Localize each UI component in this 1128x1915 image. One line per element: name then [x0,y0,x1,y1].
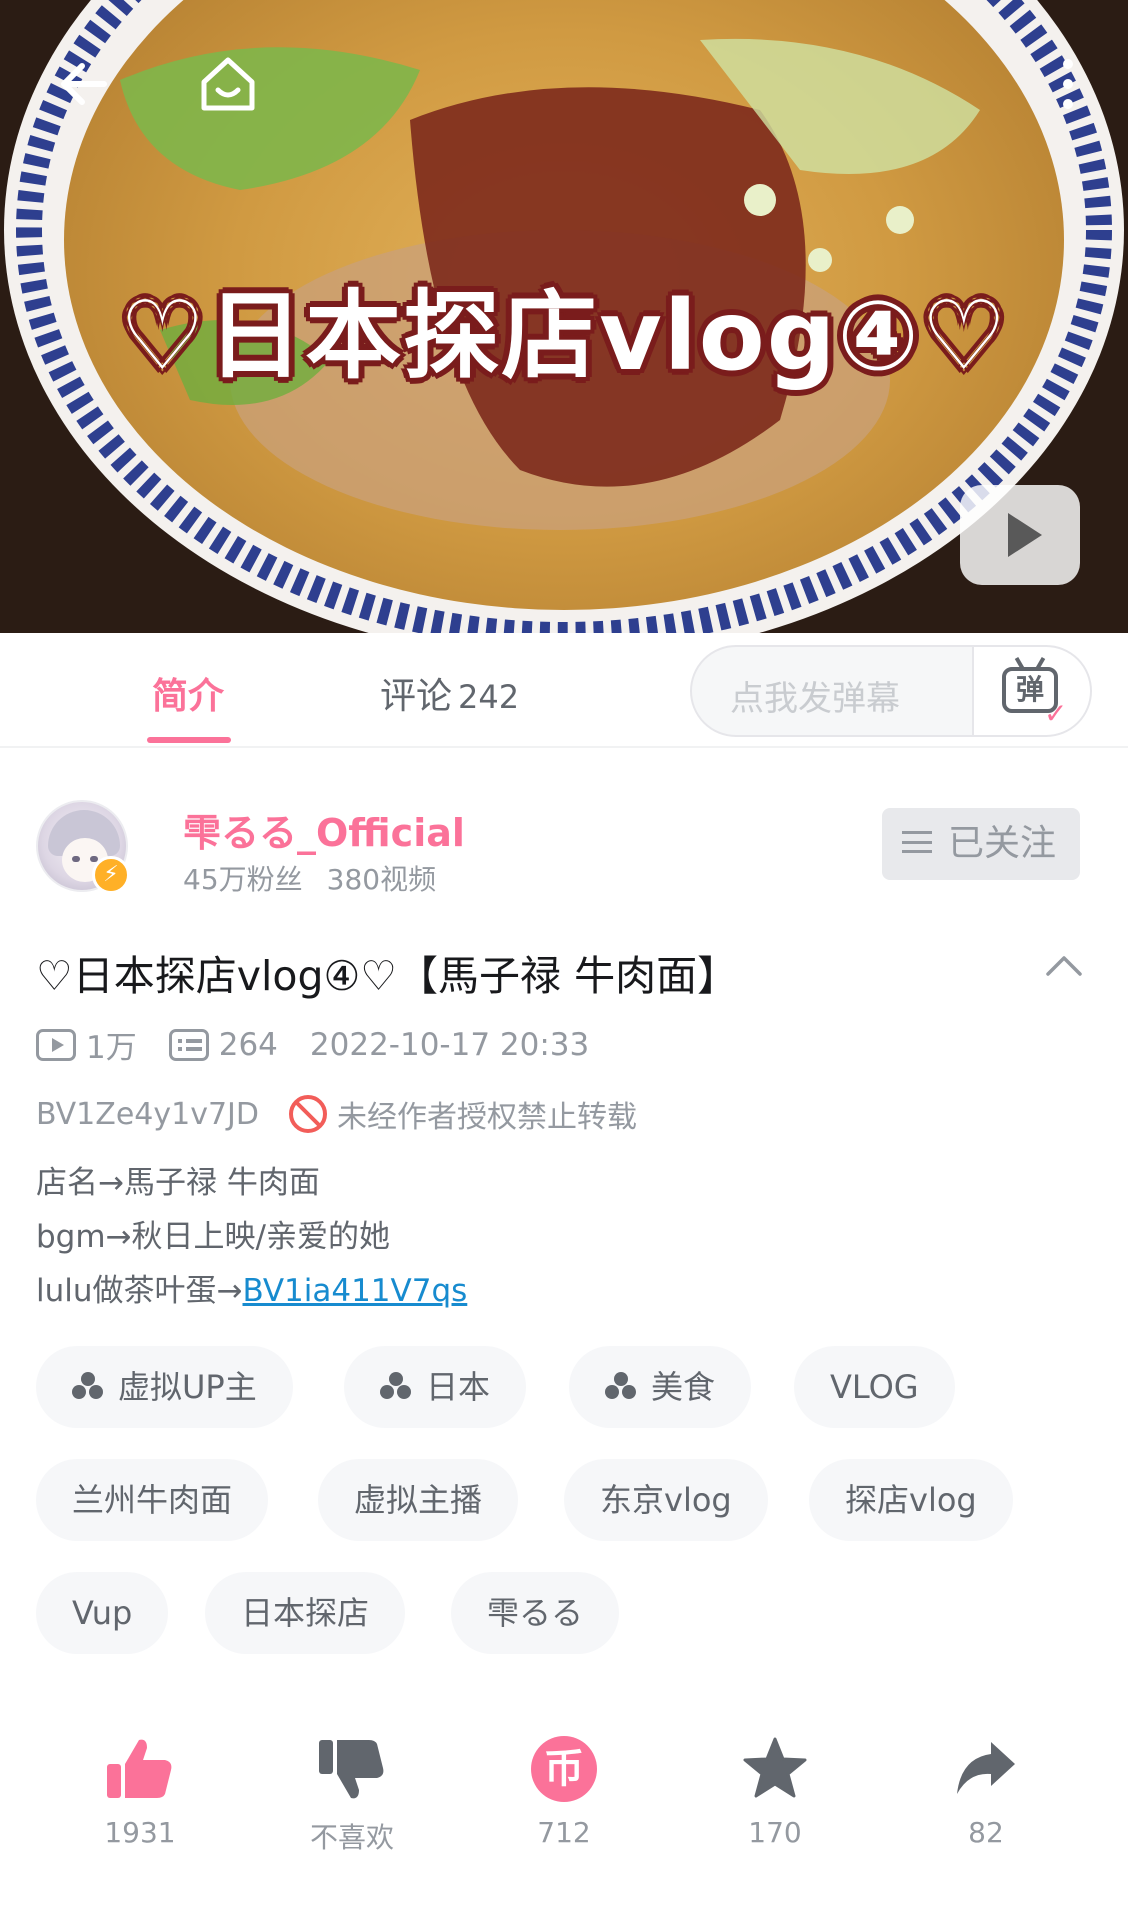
thumbs-up-icon [107,1739,172,1798]
danmaku-toggle-button[interactable]: 弹 ✓ [972,647,1090,735]
collapse-icon[interactable] [1044,950,1084,980]
tag-chip[interactable]: Vup [36,1572,169,1654]
home-icon[interactable] [196,52,260,116]
description-text: lulu做茶叶蛋→ [36,1273,243,1309]
cover-title-text: ♡日本探店vlog④♡ [119,280,1009,392]
tag-label: 虚拟UP主 [118,1368,257,1406]
thumbs-down-icon [319,1740,384,1799]
description-link[interactable]: BV1ia411V7qs [243,1273,468,1309]
tag-chip[interactable]: 日本 [344,1346,527,1428]
tag-chip[interactable]: 虚拟主播 [318,1459,519,1541]
tag-chip[interactable]: 东京vlog [564,1459,768,1541]
follow-label: 已关注 [948,823,1057,864]
video-stats: 1万 264 2022-10-17 20:33 [36,1022,589,1067]
publish-time: 2022-10-17 20:33 [309,1026,590,1063]
share-icon [957,1742,1015,1794]
tag-chip[interactable]: 美食 [569,1346,752,1428]
view-count: 1万 [86,1030,137,1066]
dislike-label: 不喜欢 [309,1821,394,1854]
menu-lines-icon [902,831,932,853]
check-icon: ✓ [1044,697,1068,730]
coin-icon: 币 [531,1736,597,1802]
uploader-videos: 380视频 [326,863,437,896]
favorite-count: 170 [748,1816,802,1849]
share-button[interactable]: 82 [916,1736,1056,1849]
channel-icon [605,1372,637,1400]
description-line: 店名→馬子禄 牛肉面 [36,1165,320,1201]
bvid: BV1Ze4y1v7JD [36,1096,259,1132]
dislike-button[interactable]: 不喜欢 [282,1736,422,1856]
like-button[interactable]: 1931 [70,1736,210,1849]
tab-comments-label: 评论 [380,676,453,717]
video-description: 店名→馬子禄 牛肉面 bgm→秋日上映/亲爱的她 lulu做茶叶蛋→BV1ia4… [36,1156,467,1318]
follow-button[interactable]: 已关注 [882,808,1080,880]
coin-count: 712 [537,1816,591,1849]
star-icon [743,1737,807,1798]
coin-button[interactable]: 币 712 [494,1736,634,1849]
tag-chip[interactable]: 兰州牛肉面 [36,1459,269,1541]
tag-label: 美食 [651,1368,716,1406]
tag-chip[interactable]: 虚拟UP主 [36,1346,293,1428]
view-count-icon [36,1028,76,1061]
uploader-fans: 45万粉丝 [183,863,303,896]
uploader-stats: 45万粉丝 380视频 [183,858,436,898]
share-count: 82 [968,1816,1004,1849]
uploader-name[interactable]: 雫るる_Official [183,802,465,857]
danmaku-input[interactable]: 点我发弹幕 [730,671,900,720]
tag-label: 日本 [426,1368,491,1406]
channel-icon [72,1372,104,1400]
back-icon[interactable] [54,52,118,116]
more-icon[interactable] [1044,52,1092,116]
tab-bar: 简介 评论 242 点我发弹幕 弹 ✓ [0,633,1128,748]
tag-chip[interactable]: VLOG [794,1346,955,1428]
tab-comments-count: 242 [458,678,520,716]
video-cover[interactable]: ♡日本探店vlog④♡ [0,0,1128,633]
tab-intro[interactable]: 简介 [152,667,224,719]
tag-chip[interactable]: 雫るる [451,1572,620,1654]
no-repost-icon [289,1095,327,1133]
video-meta: BV1Ze4y1v7JD 未经作者授权禁止转载 [36,1092,637,1136]
description-line: lulu做茶叶蛋→BV1ia411V7qs [36,1264,467,1318]
tab-active-indicator [147,737,231,743]
favorite-button[interactable]: 170 [705,1736,845,1849]
danmaku-input-box[interactable]: 点我发弹幕 弹 ✓ [690,645,1092,737]
danmaku-count-icon [168,1028,209,1061]
lightning-icon: ⚡ [92,856,130,894]
copyright-notice: 未经作者授权禁止转载 [337,1100,637,1135]
tag-chip[interactable]: 探店vlog [809,1459,1013,1541]
avatar-eye [72,856,80,862]
tab-comments[interactable]: 评论 242 [380,667,519,719]
channel-icon [380,1372,412,1400]
video-title: ♡日本探店vlog④♡【馬子禄 牛肉面】 [36,952,739,1000]
like-count: 1931 [104,1816,176,1849]
danmaku-count: 264 [218,1026,278,1063]
play-icon[interactable] [960,485,1080,585]
description-line: bgm→秋日上映/亲爱的她 [36,1219,390,1255]
tag-chip[interactable]: 日本探店 [205,1572,406,1654]
